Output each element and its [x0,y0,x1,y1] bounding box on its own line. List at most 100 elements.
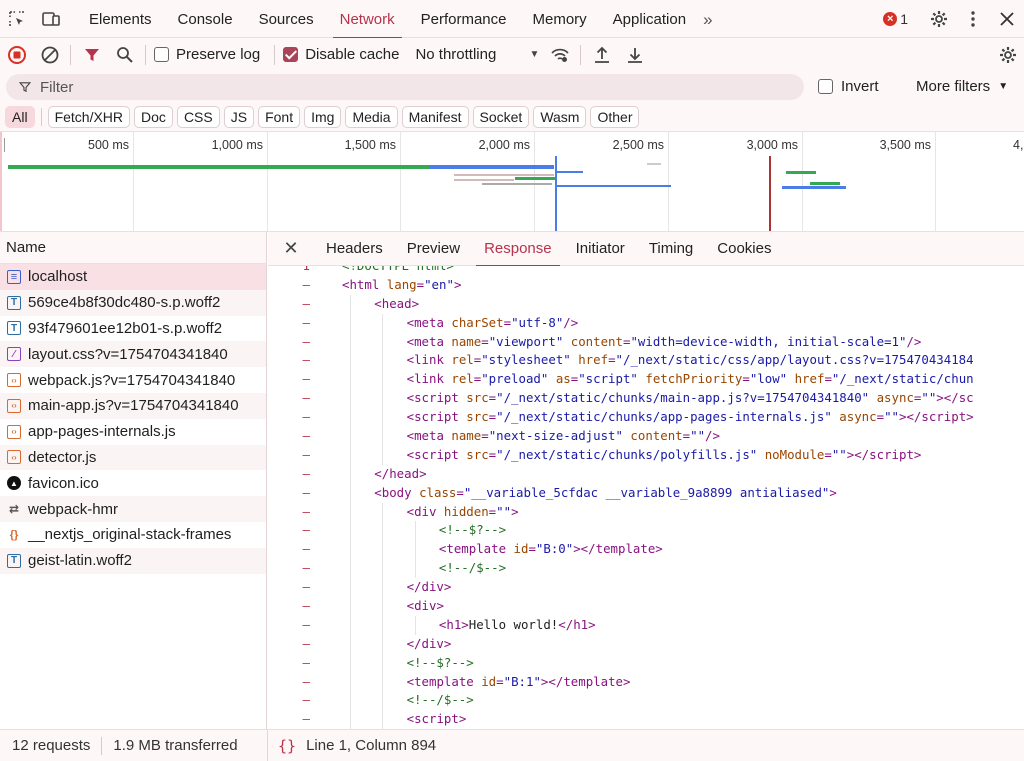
tab-memory[interactable]: Memory [520,0,600,38]
request-count: 12 requests [12,737,91,754]
indent-guide [382,351,384,371]
request-list: localhost T 569ce4b8f30dc480-s.p.woff2 T 93f… [0,264,267,729]
type-filter-other[interactable]: Other [590,106,640,128]
invert-box[interactable] [818,79,833,94]
clear-log-icon[interactable] [33,38,66,71]
stop-recording-icon[interactable] [0,38,33,71]
code-line: – <template id="B:0"></template> [268,540,1024,560]
overview-tick-label: 4, [1013,138,1024,152]
close-devtools-icon[interactable] [990,0,1024,38]
detail-tab-headers[interactable]: Headers [314,232,395,266]
request-row[interactable]: ‹› webpack.js?v=1754704341840 [0,367,266,393]
code-attribute-value: "B:0" [535,541,574,557]
preserve-log-checkbox[interactable]: Preserve log [154,46,260,63]
filter-funnel-icon[interactable] [75,38,108,71]
code-tag-name: template [414,673,474,689]
code-line: – <meta charSet="utf-8"/> [268,313,1024,333]
code-punctuation: /> [563,314,579,330]
code-attribute-value: "" [831,446,847,462]
tab-network[interactable]: Network [327,0,408,39]
type-filter-manifest[interactable]: Manifest [401,106,469,128]
detail-tab-cookies[interactable]: Cookies [705,232,783,266]
preserve-log-box[interactable] [154,47,169,62]
tab-elements[interactable]: Elements [76,0,165,38]
type-filter-font[interactable]: Font [258,106,301,128]
type-filter-all[interactable]: All [5,106,35,128]
detail-tab-timing[interactable]: Timing [637,232,705,266]
network-overview-timeline[interactable]: 500 ms 1,000 ms 1,500 ms 2,000 ms 2,500 ms 3,… [0,132,1024,232]
type-filter-socket[interactable]: Socket [472,106,530,128]
type-filter-wasm[interactable]: Wasm [533,106,587,128]
tab-sources[interactable]: Sources [246,0,327,38]
code-tag-name: head [389,465,420,481]
request-row[interactable]: ▲ favicon.ico [0,470,266,496]
code-text-line: <div> [407,597,444,616]
code-attribute: lang [379,276,417,292]
throttling-select[interactable]: No throttling ▼ [415,46,543,63]
request-row[interactable]: ‹› app-pages-internals.js [0,419,266,445]
request-row[interactable]: T 569ce4b8f30dc480-s.p.woff2 [0,289,266,316]
type-filter-css[interactable]: CSS [176,106,220,128]
main-tabs: Elements Console Sources Network Performance… [76,0,699,39]
network-settings-gear-icon[interactable] [991,38,1024,71]
code-tag-name: meta [414,428,444,444]
code-punctuation: ></ [540,673,564,689]
tab-performance[interactable]: Performance [408,0,520,38]
request-row[interactable]: ⁄ layout.css?v=1754704341840 [0,341,266,368]
more-options-kebab-icon[interactable] [956,0,990,38]
code-tag-name: script [414,446,459,462]
code-comment: <!--/$--> [406,692,474,708]
error-count-badge[interactable]: × 1 [883,11,908,27]
more-tabs-chevron-icon[interactable]: » [699,0,716,38]
type-filter-fetch-xhr[interactable]: Fetch/XHR [47,106,131,128]
name-column-header[interactable]: Name [0,232,267,264]
network-conditions-wifi-icon[interactable] [543,38,576,71]
line-gutter: – [302,314,310,330]
response-source-view[interactable]: 1<!DOCTYPE html>–<html lang="en">–<head>… [268,266,1024,729]
overview-selection-edge[interactable] [0,132,2,231]
request-row[interactable]: {} __nextjs_original-stack-frames [0,522,266,548]
indent-guide [382,427,384,446]
code-punctuation: ></ [846,446,870,462]
request-row[interactable]: ⇄ webpack-hmr [0,496,266,522]
tab-application[interactable]: Application [600,0,699,38]
code-attribute: id [473,673,497,689]
preserve-log-label: Preserve log [176,46,261,63]
type-filter-media[interactable]: Media [345,106,398,128]
disable-cache-checkbox[interactable]: Disable cache [283,46,399,63]
code-attribute-value: "low" [749,371,788,387]
code-line: – <link rel="stylesheet" href="/_next/sta… [268,351,1024,371]
request-row[interactable]: ‹› main-app.js?v=1754704341840 [0,392,266,419]
type-filter-img[interactable]: Img [304,106,342,128]
code-tag-name: head [381,295,412,311]
detail-tab-preview[interactable]: Preview [395,232,472,266]
request-row[interactable]: Tgeist-latin.woff2 [0,547,266,574]
detail-tab-initiator[interactable]: Initiator [564,232,637,266]
waterfall-bar-waiting [8,165,430,169]
request-row[interactable]: ‹› detector.js [0,444,266,471]
code-punctuation: = [742,371,750,387]
invert-checkbox[interactable]: Invert [818,78,879,95]
import-har-upload-icon[interactable] [585,38,618,71]
more-filters-dropdown[interactable]: More filters ▼ [916,78,1008,95]
waterfall-bar-waiting [810,182,840,185]
inspect-element-icon[interactable] [0,0,34,38]
filter-input[interactable]: Filter [6,74,804,100]
device-toolbar-icon[interactable] [34,0,68,38]
tab-console[interactable]: Console [165,0,246,38]
type-filter-js[interactable]: JS [223,106,255,128]
detail-tab-response[interactable]: Response [472,232,564,267]
indent-guide [350,615,351,635]
settings-gear-icon[interactable] [922,0,956,38]
code-tag-name: h1 [446,616,462,632]
close-detail-icon[interactable]: ✕ [268,238,314,259]
request-row[interactable]: localhost [0,264,266,290]
code-attribute: class [411,484,457,500]
indent-guide [382,389,384,409]
pretty-print-braces-icon[interactable]: {} [278,737,296,755]
search-icon[interactable] [108,38,141,71]
export-har-download-icon[interactable] [618,38,651,71]
request-row[interactable]: T 93f479601ee12b01-s.p.woff2 [0,316,266,342]
disable-cache-box[interactable] [283,47,299,62]
type-filter-doc[interactable]: Doc [134,106,173,128]
